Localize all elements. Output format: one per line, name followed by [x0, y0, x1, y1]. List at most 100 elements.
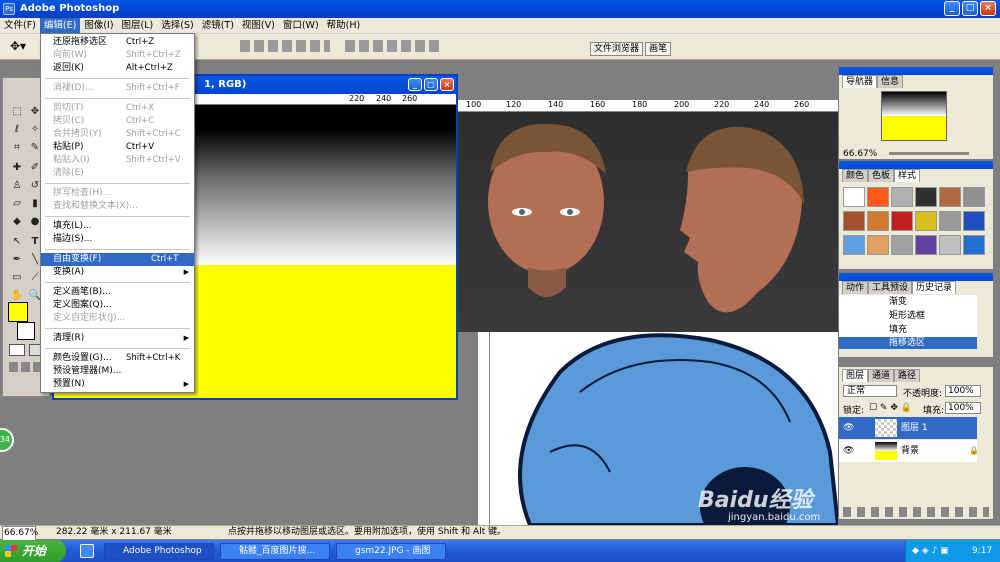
marquee-tool-icon[interactable]: ⬚: [9, 104, 25, 120]
layer-buttons[interactable]: [843, 507, 989, 517]
show-desktop-icon[interactable]: [80, 544, 94, 558]
style-swatch[interactable]: [963, 187, 985, 207]
path-select-icon[interactable]: ↖: [9, 234, 25, 250]
navigator-zoom[interactable]: 66.67%: [843, 149, 877, 159]
style-swatch[interactable]: [867, 187, 889, 207]
style-swatch[interactable]: [939, 235, 961, 255]
style-swatch[interactable]: [939, 187, 961, 207]
navigator-thumbnail[interactable]: [881, 91, 947, 141]
menu-item-preferences[interactable]: 预置(N) ▶: [41, 378, 194, 391]
standard-mode-button[interactable]: [9, 344, 25, 356]
blur-tool-icon[interactable]: ◆: [9, 214, 25, 230]
menu-item-step-forward[interactable]: 向前(W) Shift+Ctrl+Z: [41, 49, 194, 62]
menu-item-find-replace[interactable]: 查找和替换文本(X)...: [41, 200, 194, 213]
style-swatch[interactable]: [867, 235, 889, 255]
menu-item-define-shape[interactable]: 定义自定形状(J)...: [41, 312, 194, 325]
menu-item-step-backward[interactable]: 返回(K) Alt+Ctrl+Z: [41, 62, 194, 75]
tab-info[interactable]: 信息: [877, 75, 904, 88]
menu-item-paste[interactable]: 粘贴(P) Ctrl+V: [41, 141, 194, 154]
style-swatch[interactable]: [843, 235, 865, 255]
menu-item-purge[interactable]: 清理(R) ▶: [41, 332, 194, 345]
menu-item-define-pattern[interactable]: 定义图案(Q)...: [41, 299, 194, 312]
taskbar-item-paint[interactable]: gsm22.JPG - 画图: [336, 543, 446, 560]
menu-item-clear[interactable]: 清除(E): [41, 167, 194, 180]
start-button[interactable]: 开始: [0, 540, 66, 562]
style-swatch[interactable]: [963, 211, 985, 231]
menu-item-fill[interactable]: 填充(L)...: [41, 220, 194, 233]
menu-filter[interactable]: 滤镜(T): [198, 18, 238, 34]
menu-item-define-brush[interactable]: 定义画笔(B)...: [41, 286, 194, 299]
crop-tool-icon[interactable]: ⌗: [9, 140, 25, 156]
tab-color[interactable]: 颜色: [842, 169, 869, 182]
tab-paths[interactable]: 路径: [894, 369, 921, 382]
menu-item-cut[interactable]: 剪切(T) Ctrl+X: [41, 102, 194, 115]
style-swatch[interactable]: [891, 187, 913, 207]
eraser-tool-icon[interactable]: ▱: [9, 196, 25, 212]
menu-item-transform[interactable]: 变换(A) ▶: [41, 266, 194, 279]
opacity-input[interactable]: 100%: [945, 385, 981, 397]
menu-window[interactable]: 窗口(W): [279, 18, 323, 34]
history-item[interactable]: 渐变: [839, 295, 977, 309]
menu-item-fade[interactable]: 消褪(D)... Shift+Ctrl+F: [41, 82, 194, 95]
align-buttons[interactable]: [240, 40, 330, 52]
skull-canvas[interactable]: Baidu经验 jingyan.baidu.com: [478, 332, 838, 525]
style-swatch[interactable]: [939, 211, 961, 231]
minimize-button[interactable]: _: [944, 1, 960, 16]
style-swatch[interactable]: [891, 211, 913, 231]
doc-maximize-button[interactable]: □: [424, 78, 438, 91]
lasso-tool-icon[interactable]: ℓ: [9, 122, 25, 138]
clock[interactable]: 9:17: [972, 540, 992, 562]
navigator-zoom-slider[interactable]: [889, 152, 969, 155]
style-swatch[interactable]: [843, 211, 865, 231]
stamp-tool-icon[interactable]: ♙: [9, 178, 25, 194]
distribute-buttons[interactable]: [345, 40, 440, 52]
maximize-button[interactable]: □: [962, 1, 978, 16]
menu-item-paste-into[interactable]: 粘贴入(I) Shift+Ctrl+V: [41, 154, 194, 167]
menu-item-stroke[interactable]: 描边(S)...: [41, 233, 194, 246]
style-swatch[interactable]: [843, 187, 865, 207]
menu-item-copy-merged[interactable]: 合并拷贝(Y) Shift+Ctrl+C: [41, 128, 194, 141]
style-swatch[interactable]: [915, 211, 937, 231]
face-render-canvas[interactable]: [458, 112, 838, 332]
style-swatch[interactable]: [915, 187, 937, 207]
taskbar-item-photoshop[interactable]: Adobe Photoshop: [104, 543, 214, 560]
tab-actions[interactable]: 动作: [842, 281, 869, 294]
close-button[interactable]: ×: [980, 1, 996, 16]
lock-icons[interactable]: ☐ ✎ ✥ 🔒: [869, 403, 912, 413]
style-swatch[interactable]: [891, 235, 913, 255]
eye-icon[interactable]: 👁: [843, 417, 854, 439]
history-item[interactable]: 矩形选框: [839, 309, 977, 323]
menu-item-color-settings[interactable]: 颜色设置(G)... Shift+Ctrl+K: [41, 352, 194, 365]
tab-channels[interactable]: 通道: [868, 369, 895, 382]
menu-item-spell-check[interactable]: 拼写检查(H)...: [41, 187, 194, 200]
style-swatch[interactable]: [867, 211, 889, 231]
pen-tool-icon[interactable]: ✒: [9, 252, 25, 268]
notes-tool-icon[interactable]: ▭: [9, 270, 25, 286]
tab-styles[interactable]: 样式: [894, 169, 921, 182]
menu-item-copy[interactable]: 拷贝(C) Ctrl+C: [41, 115, 194, 128]
dock-tab-brushes[interactable]: 画笔: [645, 42, 672, 56]
history-item[interactable]: 填充: [839, 323, 977, 337]
background-color-swatch[interactable]: [17, 322, 35, 340]
doc-minimize-button[interactable]: _: [408, 78, 422, 91]
fill-input[interactable]: 100%: [945, 402, 981, 414]
move-tool-icon[interactable]: ✥▾: [10, 39, 26, 53]
menu-item-free-transform[interactable]: 自由变换(F) Ctrl+T: [41, 253, 194, 266]
dock-tab-file-browser[interactable]: 文件浏览器: [590, 42, 644, 56]
tab-layers[interactable]: 图层: [842, 369, 869, 382]
tab-history[interactable]: 历史记录: [912, 281, 957, 294]
menu-select[interactable]: 选择(S): [157, 18, 197, 34]
tab-tool-presets[interactable]: 工具预设: [868, 281, 913, 294]
tab-navigator[interactable]: 导航器: [842, 75, 878, 88]
tab-swatches[interactable]: 色板: [868, 169, 895, 182]
tray-icons[interactable]: ◆ ◈ ♪ ▣: [912, 540, 949, 562]
menu-layer[interactable]: 图层(L): [118, 18, 158, 34]
eye-icon[interactable]: 👁: [843, 440, 854, 462]
menu-item-undo[interactable]: 还原拖移选区 Ctrl+Z: [41, 36, 194, 49]
status-zoom[interactable]: 66.67%: [2, 526, 38, 541]
style-swatch[interactable]: [915, 235, 937, 255]
foreground-color-swatch[interactable]: [8, 302, 28, 322]
history-item-current[interactable]: 拖移选区: [839, 337, 977, 349]
blend-mode-select[interactable]: 正常: [843, 385, 897, 397]
menu-edit[interactable]: 编辑(E): [39, 18, 81, 34]
